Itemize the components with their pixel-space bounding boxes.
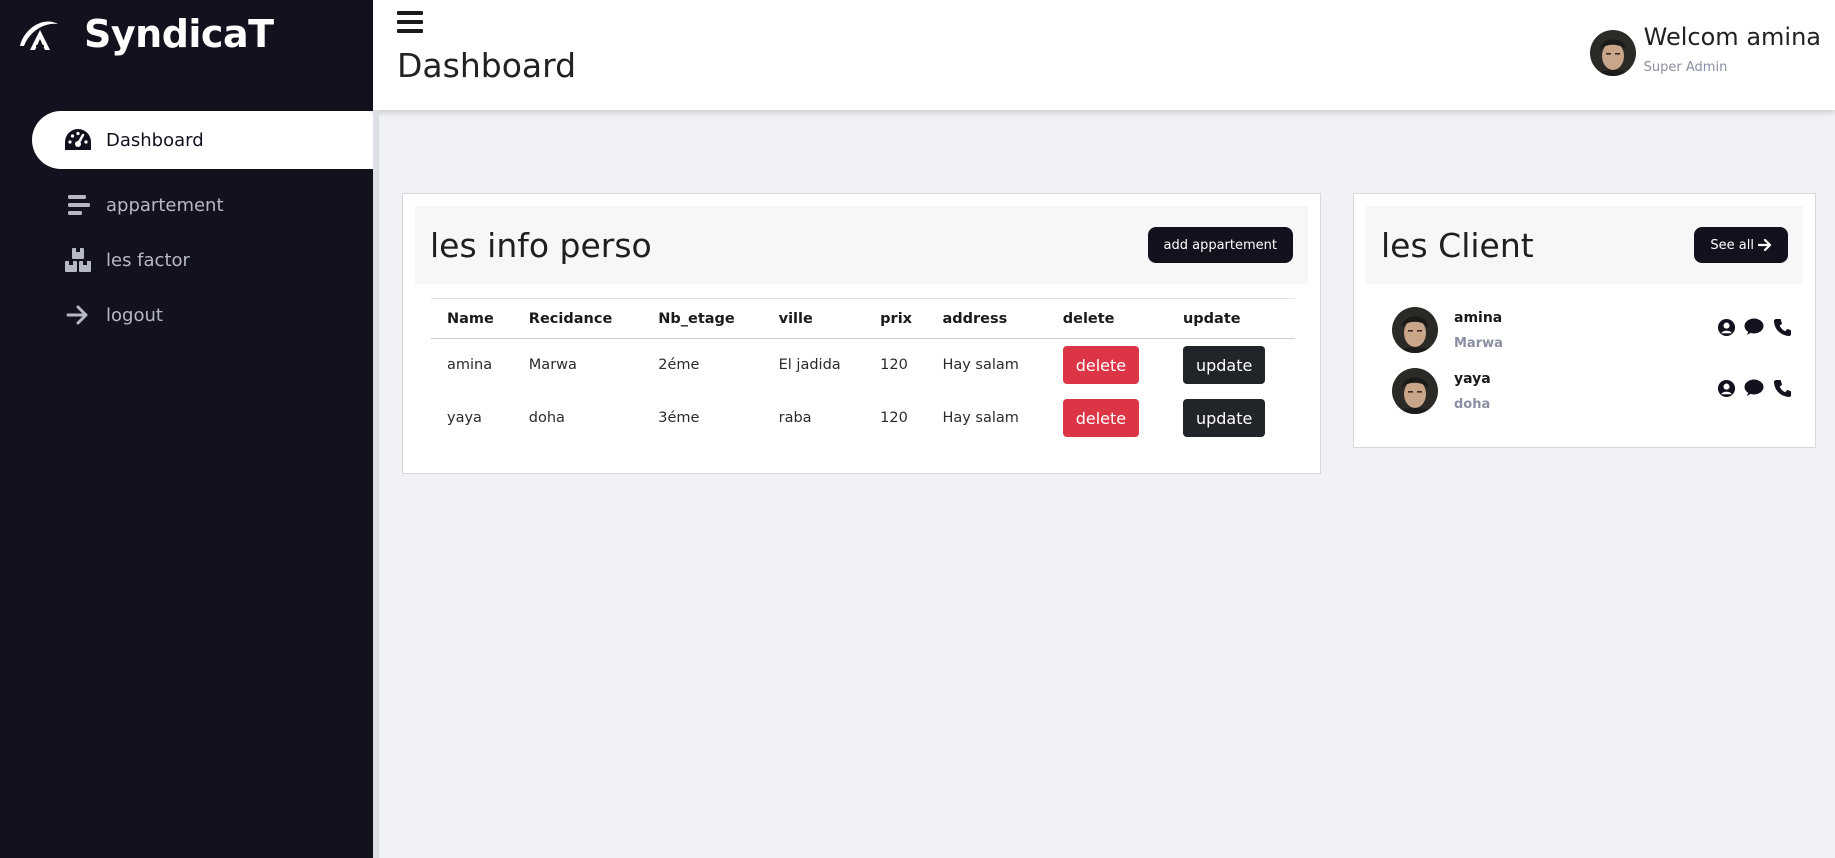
sidebar-item-appartement[interactable]: appartement [32, 181, 373, 229]
menu-toggle-icon[interactable] [397, 11, 423, 33]
cell-name: yaya [447, 410, 482, 426]
cell-prix: 120 [880, 410, 908, 426]
brand[interactable]: SyndicaT [16, 12, 274, 56]
table-header-row: Name Recidance Nb_etage ville prix addre… [431, 298, 1295, 339]
column-header: ville [762, 298, 865, 339]
client-residence: doha [1454, 396, 1491, 412]
cell-address: Hay salam [942, 410, 1019, 426]
appartement-table: Name Recidance Nb_etage ville prix addre… [431, 298, 1295, 445]
table-row: amina Marwa 2éme El jadida 120 Hay salam… [431, 339, 1295, 392]
client-item[interactable]: yaya doha [1392, 368, 1792, 414]
sidebar-nav: Dashboard appartement les factor logout [32, 111, 373, 341]
user-circle-icon[interactable] [1716, 317, 1736, 337]
column-header: delete [1046, 298, 1167, 339]
update-button[interactable]: update [1182, 346, 1266, 385]
cell-delete: delete [1047, 339, 1167, 392]
add-appartement-button[interactable]: add appartement [1147, 227, 1293, 263]
card-title: les Client [1381, 225, 1534, 265]
cell-prix: 120 [880, 357, 908, 374]
avatar [1392, 368, 1438, 414]
delete-button[interactable]: delete [1062, 346, 1140, 385]
card-header: les info perso add appartement [415, 206, 1308, 284]
sidebar-item-label: Dashboard [106, 129, 204, 151]
sidebar: SyndicaT Dashboard appartement les facto… [0, 0, 373, 858]
column-header: prix [864, 298, 927, 339]
cell-ville: El jadida [778, 357, 841, 374]
phone-icon[interactable] [1772, 317, 1792, 337]
client-name: yaya [1454, 370, 1491, 387]
card-header: les Client See all [1366, 206, 1803, 284]
client-name: amina [1454, 309, 1503, 326]
column-header: Nb_etage [642, 298, 763, 339]
comment-icon[interactable] [1744, 378, 1764, 398]
delete-button[interactable]: delete [1062, 399, 1140, 437]
client-actions [1716, 378, 1792, 398]
column-header: Name [431, 298, 513, 339]
arrow-right-icon [1758, 239, 1772, 251]
user-circle-icon[interactable] [1716, 378, 1736, 398]
dashboard-gauge-icon [64, 126, 92, 154]
cell-delete: delete [1047, 392, 1167, 445]
sidebar-item-logout[interactable]: logout [32, 289, 373, 341]
brand-name: SyndicaT [84, 12, 274, 56]
avatar [1392, 307, 1438, 353]
see-all-button[interactable]: See all [1694, 227, 1788, 263]
page-title: Dashboard [397, 46, 577, 85]
phone-icon[interactable] [1772, 378, 1792, 398]
welcome-text: Welcom amina [1643, 23, 1821, 51]
brand-logo-icon [20, 21, 58, 50]
bars-staggered-icon [64, 191, 92, 219]
client-item[interactable]: amina Marwa [1392, 307, 1792, 353]
cell-recidance: Marwa [528, 357, 577, 374]
cell-address: Hay salam [942, 357, 1019, 374]
user-profile[interactable]: Welcom amina Super Admin [1589, 22, 1821, 76]
info-perso-card: les info perso add appartement Name Reci… [402, 193, 1321, 474]
client-residence: Marwa [1454, 335, 1503, 351]
cell-nb-etage: 2éme [658, 357, 700, 374]
see-all-label: See all [1710, 237, 1754, 253]
cell-recidance: doha [528, 410, 565, 426]
content-divider [373, 110, 379, 858]
cell-name: amina [447, 357, 493, 374]
sidebar-item-label: appartement [106, 194, 224, 216]
table-row: yaya doha 3éme raba 120 Hay salam delete… [431, 392, 1295, 445]
cell-update: update [1167, 339, 1295, 392]
column-header: Recidance [512, 298, 643, 339]
clients-card: les Client See all amina Marwa yaya doha [1353, 193, 1816, 448]
topbar: Dashboard Welcom amina Super Admin [373, 0, 1835, 110]
sidebar-item-dashboard[interactable]: Dashboard [32, 111, 373, 169]
sidebar-item-les-factor[interactable]: les factor [32, 231, 373, 289]
client-actions [1716, 317, 1792, 337]
user-role: Super Admin [1643, 60, 1728, 75]
card-title: les info perso [430, 225, 652, 265]
column-header: address [926, 298, 1047, 339]
arrow-right-icon [64, 301, 92, 329]
avatar [1589, 30, 1636, 76]
update-button[interactable]: update [1182, 399, 1266, 437]
column-header: update [1166, 298, 1295, 339]
cell-update: update [1167, 392, 1295, 445]
cell-ville: raba [778, 410, 812, 426]
sidebar-item-label: logout [106, 304, 163, 326]
sidebar-item-label: les factor [106, 249, 190, 271]
boxes-icon [64, 246, 92, 274]
comment-icon[interactable] [1744, 317, 1764, 337]
cell-nb-etage: 3éme [658, 410, 700, 426]
